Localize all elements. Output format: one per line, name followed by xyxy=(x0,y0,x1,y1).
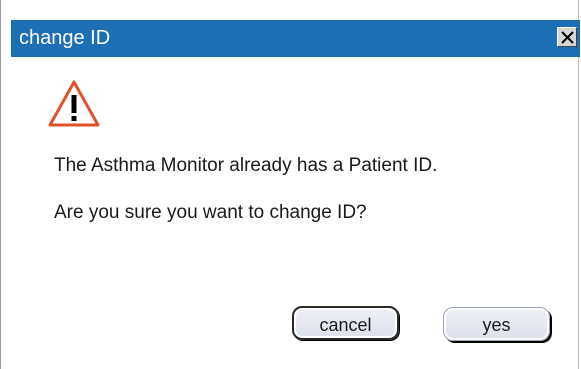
change-id-dialog: change ID The Asthma Monitor already has… xyxy=(0,0,580,369)
close-button[interactable] xyxy=(557,27,577,47)
close-icon xyxy=(561,31,574,44)
message-line-2: Are you sure you want to change ID? xyxy=(54,202,367,223)
dialog-titlebar[interactable]: change ID xyxy=(11,20,580,57)
warning-triangle-icon xyxy=(48,80,100,127)
yes-button[interactable]: yes xyxy=(443,307,550,341)
dialog-body: The Asthma Monitor already has a Patient… xyxy=(11,57,580,369)
cancel-button[interactable]: cancel xyxy=(292,306,399,340)
dialog-title: change ID xyxy=(19,27,111,49)
message-line-1: The Asthma Monitor already has a Patient… xyxy=(54,155,438,176)
